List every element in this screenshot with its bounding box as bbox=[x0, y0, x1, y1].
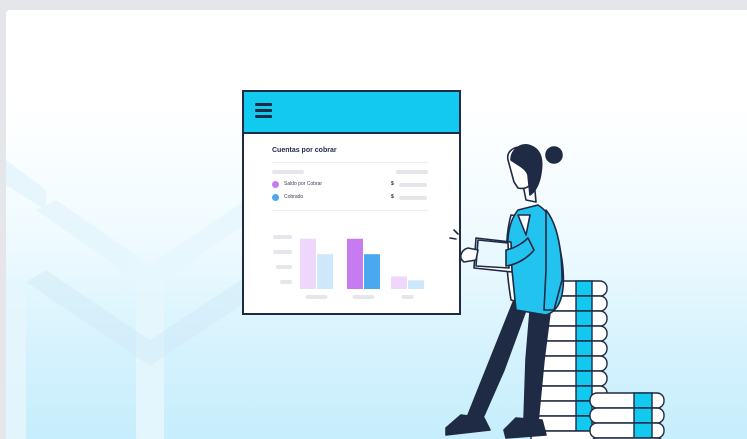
hero-banner: Cuentas por cobrar Saldo por Cobrar $ Co… bbox=[6, 10, 747, 439]
woman-with-tablet-illustration bbox=[445, 144, 665, 439]
coin-stack-front bbox=[589, 392, 665, 439]
